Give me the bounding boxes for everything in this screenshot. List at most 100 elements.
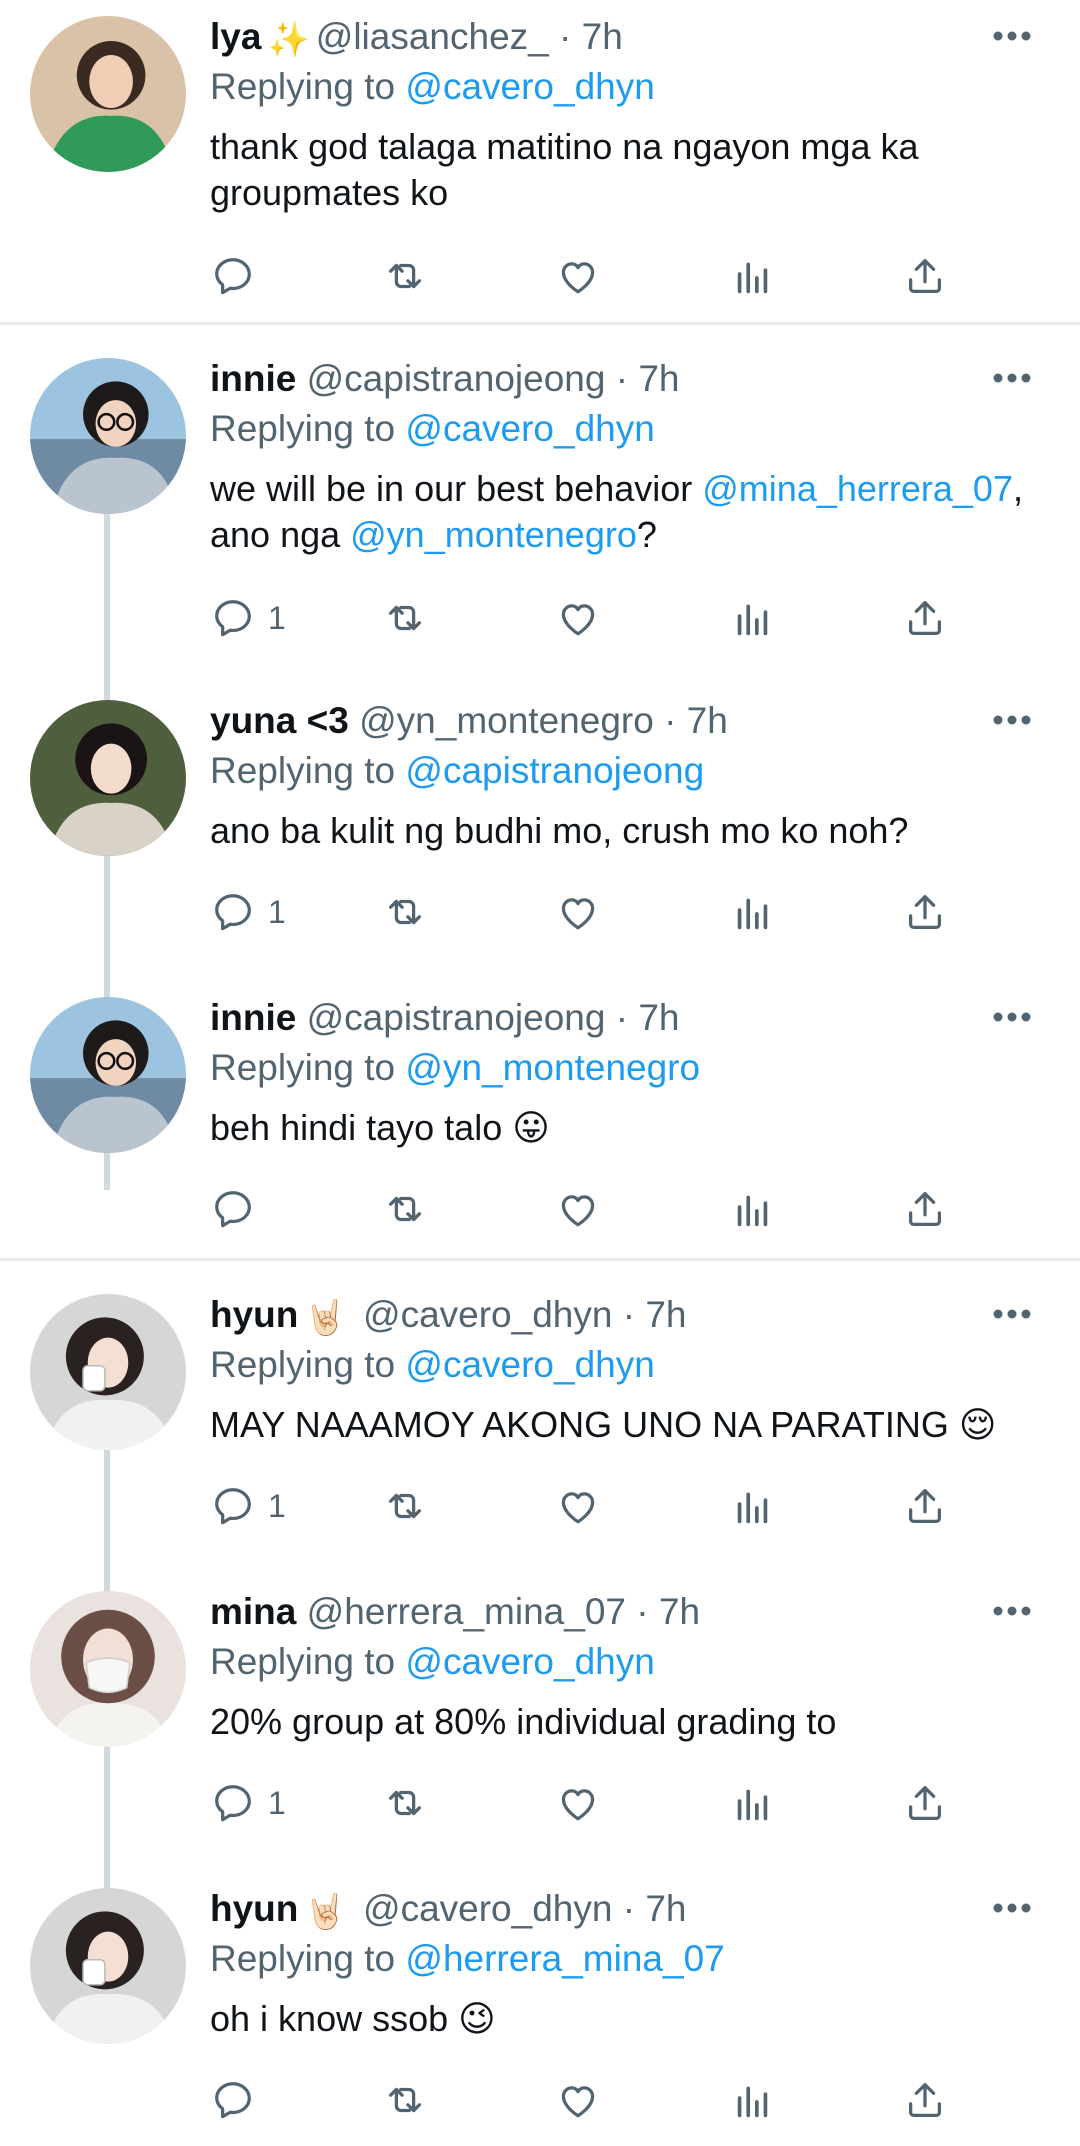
reply-count: 1 (268, 893, 286, 930)
mention-link[interactable]: @cavero_dhyn (405, 1344, 654, 1385)
like-button[interactable] (555, 1773, 601, 1833)
reply-button[interactable]: 1 (210, 588, 286, 648)
retweet-button[interactable] (382, 588, 428, 648)
share-button[interactable] (902, 2070, 948, 2130)
mention-link[interactable]: @capistranojeong (405, 750, 704, 791)
retweet-button[interactable] (382, 1476, 428, 1536)
more-icon[interactable] (990, 700, 1034, 740)
handle[interactable]: @cavero_dhyn (363, 1294, 612, 1335)
more-icon[interactable] (990, 358, 1034, 398)
avatar[interactable] (30, 1591, 186, 1747)
views-button[interactable] (730, 1179, 776, 1239)
mention-link[interactable]: @cavero_dhyn (405, 1641, 654, 1682)
like-button[interactable] (555, 246, 601, 306)
more-icon[interactable] (990, 997, 1034, 1037)
like-button[interactable] (555, 588, 601, 648)
share-button[interactable] (902, 882, 948, 942)
tweet[interactable]: innie @capistranojeong · 7h Replying to … (0, 342, 1080, 642)
retweet-icon (382, 889, 428, 935)
mention-link[interactable]: @yn_montenegro (405, 1047, 700, 1088)
display-name[interactable]: mina (210, 1591, 296, 1632)
tweet[interactable]: innie @capistranojeong · 7h Replying to … (0, 981, 1080, 1256)
reply-button[interactable]: 1 (210, 1476, 286, 1536)
views-button[interactable] (730, 1476, 776, 1536)
mention-link[interactable]: @yn_montenegro (350, 514, 637, 555)
views-button[interactable] (730, 1773, 776, 1833)
timestamp[interactable]: · 7h (616, 358, 680, 399)
avatar[interactable] (30, 1294, 186, 1450)
views-button[interactable] (730, 2070, 776, 2130)
replying-to: Replying to @herrera_mina_07 (210, 1938, 725, 1980)
replying-to: Replying to @cavero_dhyn (210, 408, 655, 450)
share-button[interactable] (902, 1476, 948, 1536)
share-button[interactable] (902, 1179, 948, 1239)
tweet[interactable]: mina @herrera_mina_07 · 7h Replying to @… (0, 1575, 1080, 1865)
tweet[interactable]: hyun 🤘🏻 @cavero_dhyn · 7h Replying to @he… (0, 1872, 1080, 2146)
more-icon[interactable] (990, 1888, 1034, 1928)
tweet[interactable]: hyun 🤘🏻 @cavero_dhyn · 7h Replying to @ca… (0, 1278, 1080, 1568)
reply-button[interactable]: 1 (210, 882, 286, 942)
reply-button[interactable] (210, 1179, 256, 1239)
timestamp[interactable]: · 7h (623, 1888, 687, 1929)
mention-link[interactable]: @herrera_mina_07 (405, 1938, 724, 1979)
timestamp[interactable]: · 7h (616, 997, 680, 1038)
reply-button[interactable]: 1 (210, 1773, 286, 1833)
retweet-button[interactable] (382, 1773, 428, 1833)
reply-icon (210, 253, 256, 299)
heart-icon (555, 595, 601, 641)
timestamp[interactable]: · 7h (664, 700, 728, 741)
more-icon[interactable] (990, 16, 1034, 56)
retweet-button[interactable] (382, 246, 428, 306)
replying-to: Replying to @cavero_dhyn (210, 1344, 655, 1386)
retweet-button[interactable] (382, 882, 428, 942)
handle[interactable]: @liasanchez_ (316, 16, 549, 57)
like-button[interactable] (555, 2070, 601, 2130)
handle[interactable]: @capistranojeong (307, 358, 606, 399)
timestamp[interactable]: · 7h (636, 1591, 700, 1632)
share-icon (902, 1780, 948, 1826)
like-button[interactable] (555, 1179, 601, 1239)
avatar[interactable] (30, 997, 186, 1153)
more-icon[interactable] (990, 1294, 1034, 1334)
share-icon (902, 253, 948, 299)
handle[interactable]: @yn_montenegro (359, 700, 654, 741)
views-button[interactable] (730, 246, 776, 306)
retweet-button[interactable] (382, 2070, 428, 2130)
display-name[interactable]: hyun (210, 1888, 298, 1929)
display-name[interactable]: innie (210, 358, 296, 399)
avatar[interactable] (30, 700, 186, 856)
retweet-button[interactable] (382, 1179, 428, 1239)
timestamp[interactable]: · 7h (623, 1294, 687, 1335)
like-button[interactable] (555, 1476, 601, 1536)
share-button[interactable] (902, 246, 948, 306)
mention-link[interactable]: @cavero_dhyn (405, 66, 654, 107)
handle[interactable]: @herrera_mina_07 (307, 1591, 626, 1632)
avatar[interactable] (30, 16, 186, 172)
display-name[interactable]: lya (210, 16, 261, 57)
avatar[interactable] (30, 358, 186, 514)
display-name[interactable]: hyun (210, 1294, 298, 1335)
reply-icon (210, 1780, 256, 1826)
mention-link[interactable]: @cavero_dhyn (405, 408, 654, 449)
display-name[interactable]: innie (210, 997, 296, 1038)
reply-button[interactable] (210, 2070, 256, 2130)
timestamp[interactable]: · 7h (559, 16, 623, 57)
views-icon (730, 1483, 776, 1529)
tweet-header: mina @herrera_mina_07 · 7h (210, 1591, 700, 1633)
avatar[interactable] (30, 1888, 186, 2044)
views-button[interactable] (730, 588, 776, 648)
handle[interactable]: @capistranojeong (307, 997, 606, 1038)
like-button[interactable] (555, 882, 601, 942)
reply-button[interactable] (210, 246, 256, 306)
heart-icon (555, 889, 601, 935)
tweet[interactable]: lya ✨ @liasanchez_ · 7h Replying to @caver… (0, 0, 1080, 320)
display-name[interactable]: yuna <3 (210, 700, 349, 741)
handle[interactable]: @cavero_dhyn (363, 1888, 612, 1929)
tweet[interactable]: yuna <3 @yn_montenegro · 7h Replying to … (0, 684, 1080, 974)
share-button[interactable] (902, 1773, 948, 1833)
more-icon[interactable] (990, 1591, 1034, 1631)
share-button[interactable] (902, 588, 948, 648)
views-button[interactable] (730, 882, 776, 942)
tweet-header: lya ✨ @liasanchez_ · 7h (210, 16, 623, 61)
mention-link[interactable]: @mina_herrera_07 (702, 468, 1013, 509)
